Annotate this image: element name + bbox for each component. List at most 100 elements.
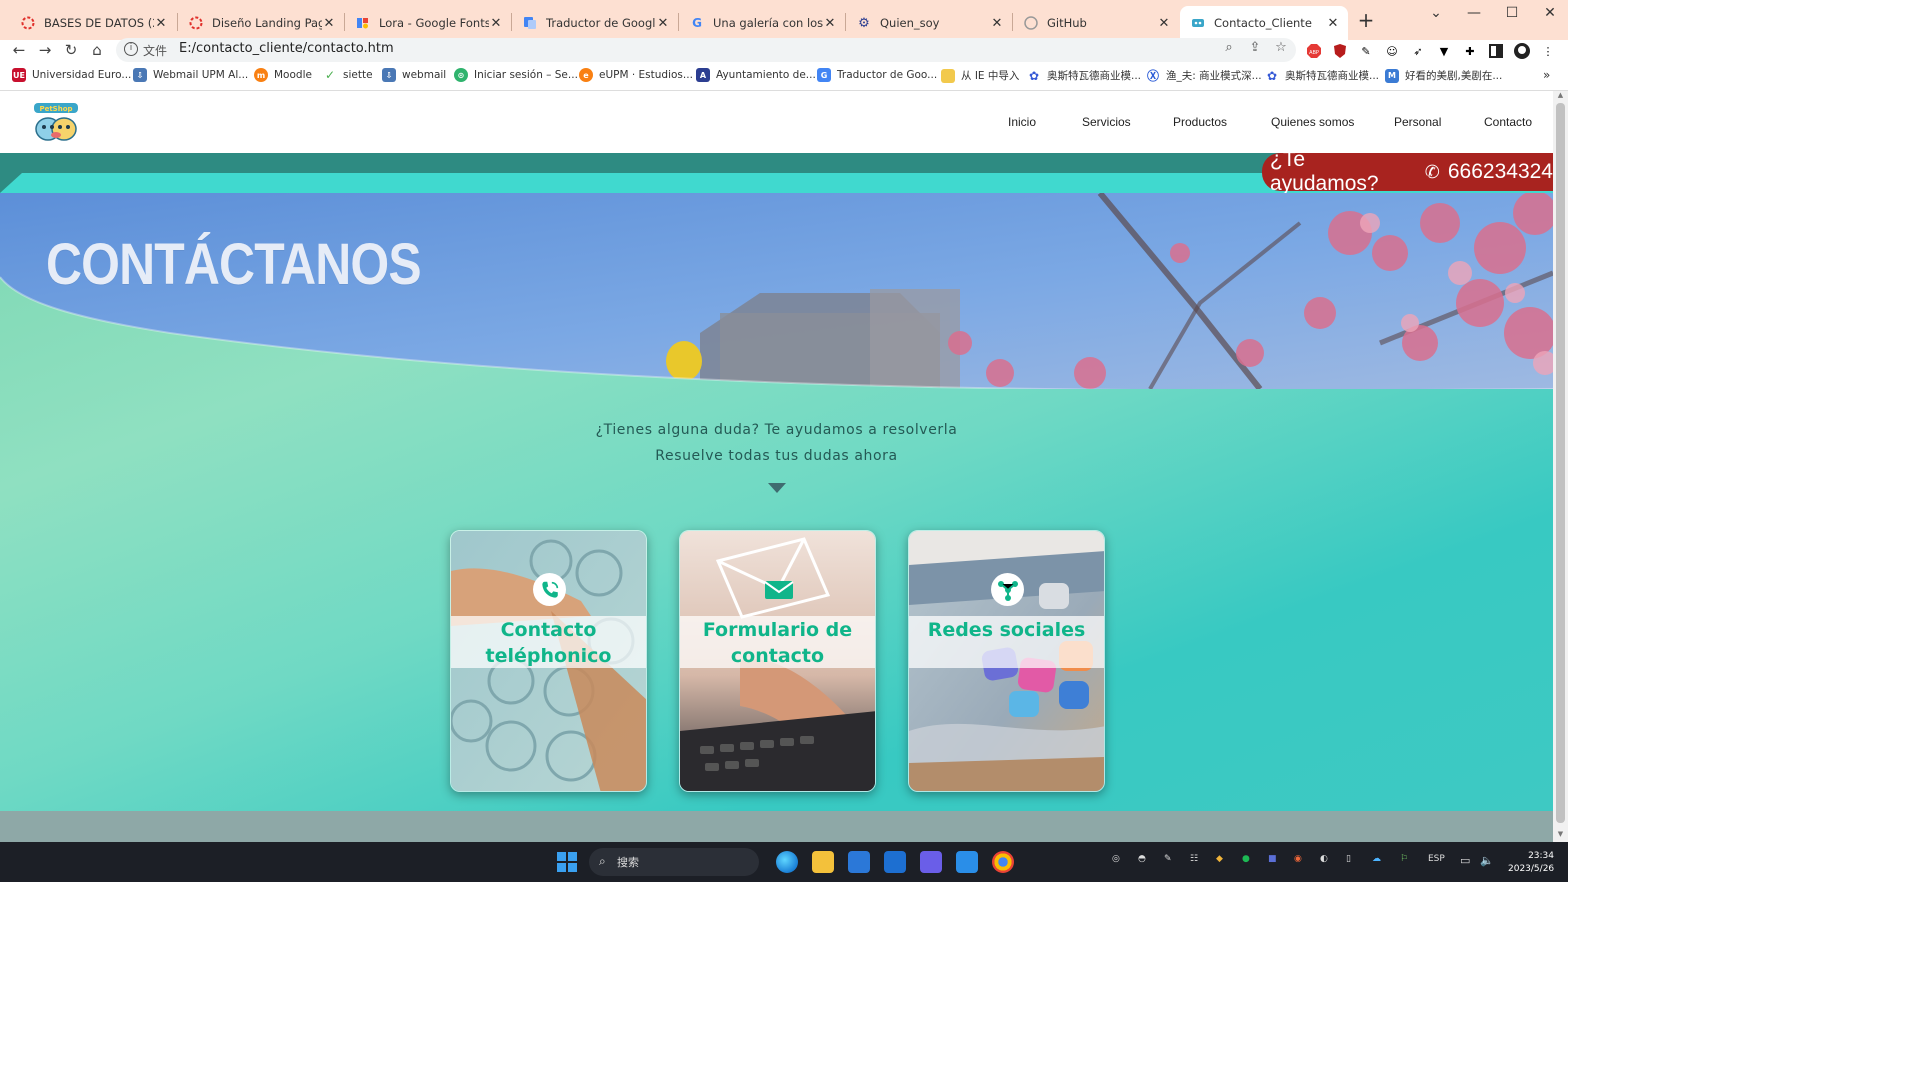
close-icon[interactable]: ✕: [489, 16, 503, 31]
url-text[interactable]: E:/contacto_cliente/contacto.htm: [179, 41, 394, 56]
tray-cloud-icon[interactable]: ☁: [1372, 854, 1381, 864]
taskbar-clock[interactable]: 23:34 2023/5/26: [1508, 850, 1554, 876]
card-contacto-telefonico[interactable]: Contacto teléphonico: [450, 530, 647, 792]
close-icon[interactable]: ✕: [1157, 16, 1171, 31]
bookmark-item[interactable]: A Ayuntamiento de...: [696, 68, 816, 82]
pen-extension-icon[interactable]: ✎: [1356, 41, 1376, 61]
adblock-extension-icon[interactable]: ABP: [1304, 41, 1324, 61]
tab-quien-soy[interactable]: ⚙ Quien_soy ✕: [846, 6, 1012, 40]
scroll-up-icon[interactable]: ▲: [1553, 91, 1568, 103]
tab-contacto-cliente[interactable]: Contacto_Cliente ✕: [1180, 6, 1348, 40]
close-icon[interactable]: ✕: [656, 16, 670, 31]
vpn-extension-icon[interactable]: ▼: [1434, 41, 1454, 61]
language-indicator[interactable]: ESP: [1428, 854, 1445, 864]
nav-quienes-somos[interactable]: Quienes somos: [1271, 115, 1354, 129]
bookmark-item[interactable]: ⇩ Webmail UPM Al...: [133, 68, 248, 82]
menu-kebab-icon[interactable]: ⋮: [1538, 41, 1558, 61]
back-button[interactable]: ←: [8, 40, 30, 62]
windows-start-icon[interactable]: [556, 851, 578, 873]
reload-button[interactable]: ↻: [60, 40, 82, 62]
feather-extension-icon[interactable]: ➶: [1408, 41, 1428, 61]
side-panel-icon[interactable]: [1486, 41, 1506, 61]
share-icon[interactable]: ⇪: [1246, 40, 1264, 58]
tray-pen-icon[interactable]: ✎: [1164, 854, 1172, 864]
tab-translate[interactable]: Traductor de Google ✕: [512, 6, 678, 40]
extensions-puzzle-icon[interactable]: ✚: [1460, 41, 1480, 61]
help-phone-banner[interactable]: ¿Te ayudamos? ✆ 666234324: [1262, 148, 1553, 195]
address-bar[interactable]: i 文件 E:/contacto_cliente/contacto.htm ⌕ …: [116, 38, 1296, 62]
taskbar-search[interactable]: ⌕ 搜索: [589, 848, 759, 876]
tray-steam-icon[interactable]: ◐: [1320, 854, 1328, 864]
bookmark-label: Webmail UPM Al...: [153, 69, 249, 81]
more-bookmarks-icon[interactable]: »: [1543, 68, 1550, 82]
tray-network-icon[interactable]: ⚐: [1400, 854, 1408, 864]
bookmark-star-icon[interactable]: ☆: [1272, 40, 1290, 58]
store-icon[interactable]: [848, 851, 870, 873]
clock-time: 23:34: [1528, 851, 1554, 861]
bookmark-item[interactable]: ⊙ Iniciar sesión – Se...: [454, 68, 578, 82]
tray-meet-icon[interactable]: ◎: [1112, 854, 1120, 864]
tab-lora-fonts[interactable]: Lora - Google Fonts ✕: [345, 6, 511, 40]
edge-icon[interactable]: [776, 851, 798, 873]
vscode-icon[interactable]: [956, 851, 978, 873]
tray-battery-icon[interactable]: ▯: [1346, 854, 1351, 864]
file-explorer-icon[interactable]: [812, 851, 834, 873]
tab-search-chevron-icon[interactable]: ⌄: [1418, 0, 1454, 28]
tab-landing-page[interactable]: Diseño Landing Page Pe ✕: [178, 6, 344, 40]
new-tab-button[interactable]: +: [1356, 10, 1376, 30]
zoom-icon[interactable]: ⌕: [1220, 40, 1238, 58]
nav-personal[interactable]: Personal: [1394, 115, 1441, 129]
bookmark-item[interactable]: ✿ 奥斯特瓦德商业模...: [1027, 68, 1141, 83]
card-formulario-contacto[interactable]: Formulario de contacto: [679, 530, 876, 792]
bookmark-item[interactable]: e eUPM · Estudios...: [579, 68, 693, 82]
tray-discord-icon[interactable]: ◓: [1138, 854, 1146, 864]
tray-origin-icon[interactable]: ◉: [1294, 854, 1302, 864]
volume-icon[interactable]: 🔈: [1480, 854, 1494, 867]
tab-galeria[interactable]: G Una galería con los proy ✕: [679, 6, 845, 40]
cat-extension-icon[interactable]: ☺: [1382, 41, 1402, 61]
site-info-icon[interactable]: i: [124, 42, 138, 56]
forward-button[interactable]: →: [34, 40, 56, 62]
nav-servicios[interactable]: Servicios: [1082, 115, 1131, 129]
close-icon[interactable]: ✕: [990, 16, 1004, 31]
tray-app-icon[interactable]: ◆: [1216, 854, 1223, 864]
close-window-button[interactable]: ✕: [1532, 0, 1568, 28]
nav-inicio[interactable]: Inicio: [1008, 115, 1036, 129]
bookmark-item[interactable]: Ⓧ 渔_夫: 商业模式深...: [1146, 68, 1262, 83]
chrome-icon[interactable]: [992, 851, 1014, 873]
card-redes-sociales[interactable]: Redes sociales: [908, 530, 1105, 792]
page-scrollbar[interactable]: ▲ ▼: [1553, 91, 1568, 842]
scroll-down-arrow-icon[interactable]: [768, 483, 786, 493]
tray-display-icon[interactable]: ▭: [1460, 854, 1470, 867]
bookmark-item[interactable]: 从 IE 中导入: [941, 68, 1019, 83]
bookmark-item[interactable]: m Moodle: [254, 68, 312, 82]
close-icon[interactable]: ✕: [154, 16, 168, 31]
scrollbar-thumb[interactable]: [1556, 103, 1565, 823]
close-icon[interactable]: ✕: [322, 16, 336, 31]
copilot-icon[interactable]: [920, 851, 942, 873]
nav-productos[interactable]: Productos: [1173, 115, 1227, 129]
close-icon[interactable]: ✕: [823, 16, 837, 31]
tray-teams-icon[interactable]: ■: [1268, 854, 1277, 864]
bookmark-item[interactable]: UE Universidad Euro...: [12, 68, 131, 82]
tab-bases-de-datos[interactable]: BASES DE DATOS (2022( ✕: [10, 6, 176, 40]
scroll-down-icon[interactable]: ▼: [1553, 830, 1568, 842]
bookmark-item[interactable]: G Traductor de Goo...: [817, 68, 937, 82]
close-icon[interactable]: ✕: [1326, 16, 1340, 31]
minimize-button[interactable]: —: [1456, 0, 1492, 28]
home-button[interactable]: ⌂: [86, 40, 108, 62]
bookmark-item[interactable]: M 好看的美剧,美剧在...: [1385, 68, 1502, 83]
profile-avatar[interactable]: [1512, 41, 1532, 61]
petshop-logo[interactable]: PetShop: [30, 99, 82, 143]
bookmark-item[interactable]: ✿ 奥斯特瓦德商业模...: [1265, 68, 1379, 83]
tab-github[interactable]: GitHub ✕: [1013, 6, 1179, 40]
nav-contacto[interactable]: Contacto: [1484, 115, 1532, 129]
tray-spotify-icon[interactable]: ●: [1242, 854, 1250, 864]
mail-icon[interactable]: [884, 851, 906, 873]
bookmark-item[interactable]: ✓ siette: [323, 68, 373, 82]
tray-ime-icon[interactable]: ☷: [1190, 854, 1198, 864]
paw-icon: ✿: [1265, 68, 1279, 83]
maximize-button[interactable]: ☐: [1494, 0, 1530, 28]
bookmark-item[interactable]: ⇩ webmail: [382, 68, 446, 82]
ublock-extension-icon[interactable]: [1330, 41, 1350, 61]
